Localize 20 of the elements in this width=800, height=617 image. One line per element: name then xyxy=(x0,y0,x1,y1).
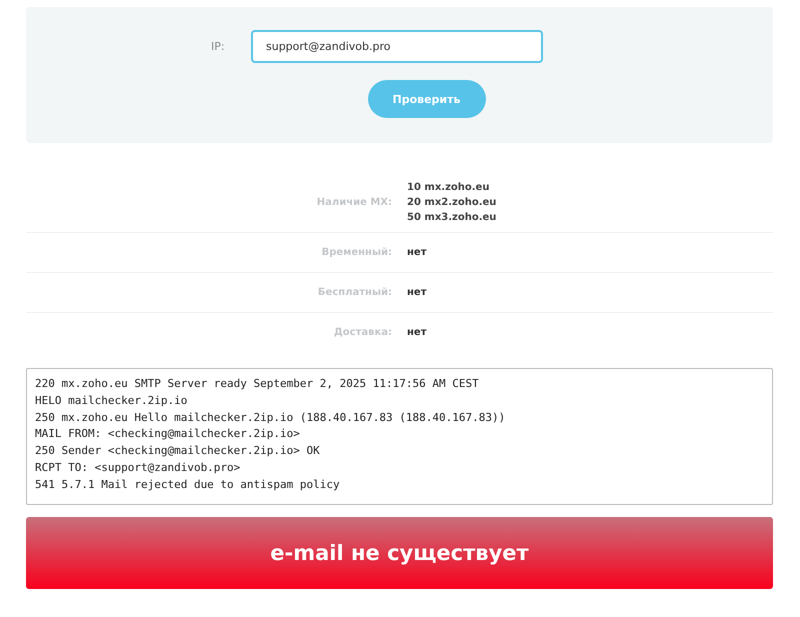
result-label: Временный: xyxy=(320,247,392,258)
result-value: 20 mx2.zoho.eu xyxy=(407,196,496,210)
field-label: IP: xyxy=(211,40,226,53)
result-value: нет xyxy=(407,246,426,260)
result-value: 10 mx.zoho.eu xyxy=(407,181,490,195)
result-value: нет xyxy=(407,326,426,340)
log-line: RCPT TO: <support@zandivob.pro> xyxy=(35,460,242,476)
log-line: 541 5.7.1 Mail rejected due to antispam policy xyxy=(35,476,341,493)
result-label: Бесплатный: xyxy=(316,287,392,298)
log-line: 220 mx.zoho.eu SMTP Server ready September 2, 2025 11:17:56 AM CEST xyxy=(35,376,480,392)
log-line: 250 Sender <checking@mailchecker.2ip.io> OK xyxy=(35,443,321,460)
result-label: Наличие MX: xyxy=(316,197,392,208)
input-field[interactable]: support@zandivob.pro xyxy=(251,30,543,63)
result-value: нет xyxy=(407,286,426,300)
result-label: Доставка: xyxy=(332,327,392,338)
log-line: 250 mx.zoho.eu Hello mailchecker.2ip.io (188.40.167.83 (188.40.167.83)) xyxy=(35,410,506,426)
result-value: 50 mx3.zoho.eu xyxy=(407,211,496,225)
log-line: HELO mailchecker.2ip.io xyxy=(35,392,188,409)
result-banner: e-mail не существует xyxy=(26,516,773,589)
log-line: MAIL FROM: <checking@mailchecker.2ip.io> xyxy=(35,426,301,442)
